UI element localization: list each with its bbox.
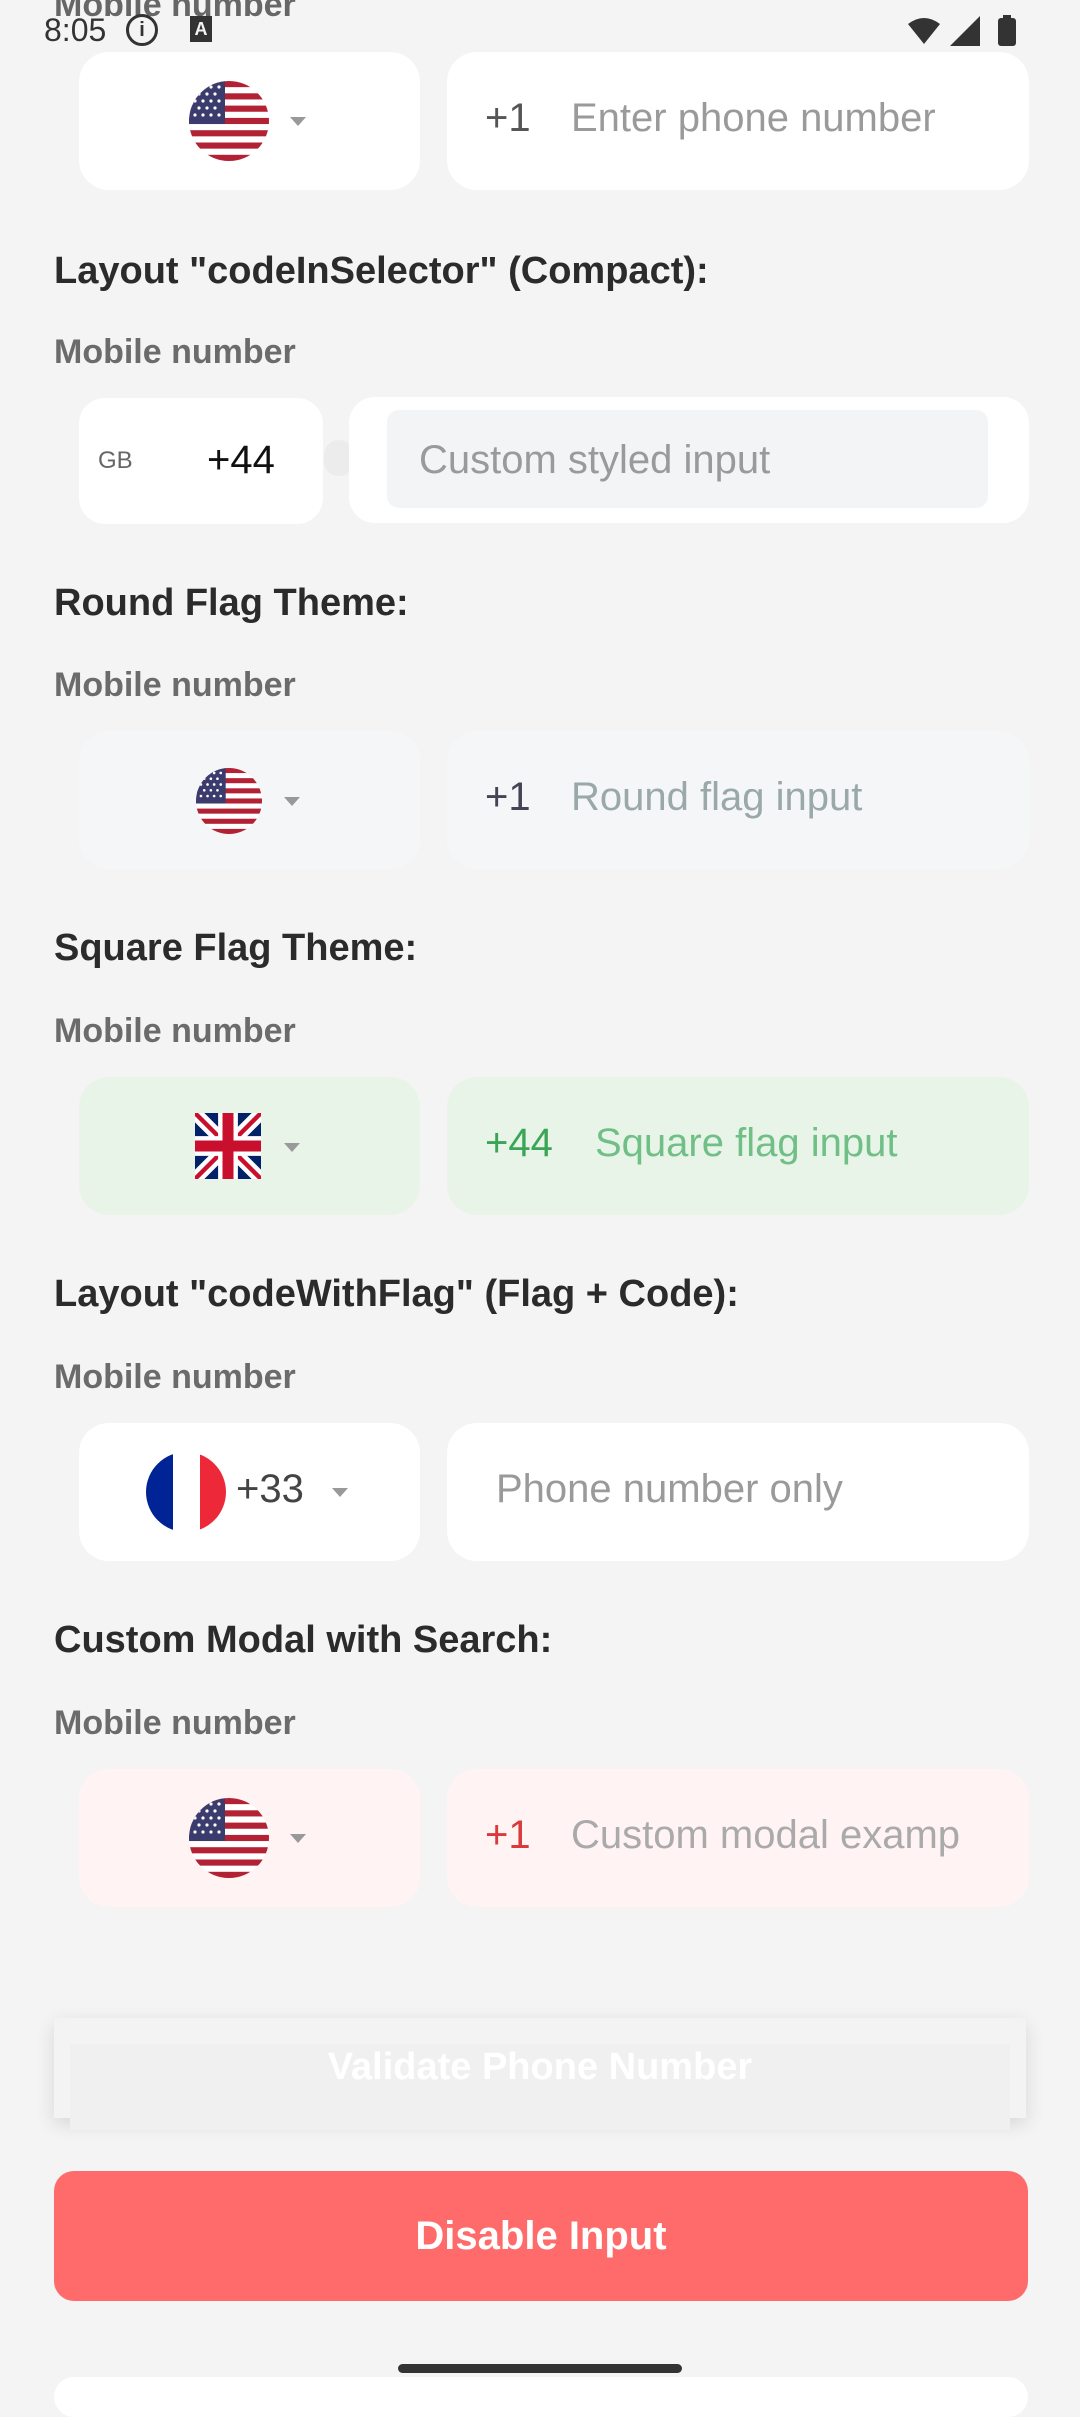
dial-code: +1 (485, 96, 531, 140)
country-selector[interactable]: +33 (79, 1423, 420, 1561)
gb-flag-icon (195, 1113, 261, 1179)
dial-code: +33 (236, 1467, 304, 1511)
section-title: Layout "codeWithFlag" (Flag + Code): (54, 1273, 739, 1315)
phone-placeholder: Square flag input (595, 1121, 898, 1165)
next-card (54, 2377, 1028, 2417)
section-title: Layout "codeInSelector" (Compact): (54, 250, 709, 292)
field-label: Mobile number (54, 1704, 296, 1742)
us-flag-icon (189, 81, 269, 161)
field-label: Mobile number (54, 1012, 296, 1050)
phone-input[interactable]: +1 Custom modal examp (447, 1769, 1029, 1907)
dial-code: +44 (207, 438, 275, 482)
phone-placeholder: Phone number only (496, 1467, 843, 1511)
info-icon: i (126, 14, 158, 46)
section-title: Square Flag Theme: (54, 927, 418, 969)
status-bar: 8:05 i A (0, 0, 1080, 60)
section-title: Custom Modal with Search: (54, 1619, 553, 1661)
phone-placeholder: Custom modal examp (571, 1813, 961, 1857)
dial-code: +1 (485, 775, 531, 819)
country-code: GB (98, 447, 133, 474)
phone-input[interactable]: +1 Enter phone number (447, 52, 1029, 190)
disable-input-button[interactable]: Disable Input (54, 2171, 1028, 2301)
phone-placeholder: Round flag input (571, 775, 863, 819)
country-selector[interactable]: GB +44 (79, 398, 323, 524)
phone-input[interactable]: +44 Square flag input (447, 1077, 1029, 1215)
fr-flag-icon (146, 1452, 226, 1532)
section-title: Round Flag Theme: (54, 582, 409, 624)
phone-placeholder: Custom styled input (419, 438, 771, 482)
dial-code: +44 (485, 1121, 553, 1165)
phone-placeholder: Enter phone number (571, 96, 936, 140)
home-indicator[interactable] (398, 2364, 682, 2373)
caret-down-icon (332, 1488, 348, 1497)
caret-down-icon (290, 117, 306, 126)
us-flag-icon (196, 768, 262, 834)
signal-icon (950, 16, 980, 46)
caret-down-icon (284, 1143, 300, 1152)
phone-input[interactable]: Phone number only (447, 1423, 1029, 1561)
field-label: Mobile number (54, 333, 296, 371)
caret-down-icon (290, 1834, 306, 1843)
keyboard-a-icon: A (190, 16, 212, 42)
country-selector[interactable] (79, 1769, 420, 1907)
status-time: 8:05 (44, 12, 107, 48)
phone-input[interactable]: +1 Round flag input (447, 731, 1029, 869)
field-label: Mobile number (54, 1358, 296, 1396)
dial-code: +1 (485, 1813, 531, 1857)
country-selector[interactable] (79, 731, 420, 869)
battery-icon (998, 18, 1016, 46)
country-selector[interactable] (79, 1077, 420, 1215)
us-flag-icon (189, 1798, 269, 1878)
custom-styled-field[interactable]: Custom styled input (387, 410, 988, 508)
status-icons-svg (908, 15, 1016, 46)
validate-button-label: Validate Phone Number (327, 2046, 753, 2088)
wifi-icon (908, 18, 940, 44)
validate-button[interactable]: Validate Phone Number (54, 2018, 1026, 2130)
country-selector[interactable] (79, 52, 420, 190)
caret-down-icon (284, 797, 300, 806)
status-icons (906, 14, 1036, 55)
phone-input[interactable]: Custom styled input (349, 397, 1029, 523)
field-label: Mobile number (54, 666, 296, 704)
